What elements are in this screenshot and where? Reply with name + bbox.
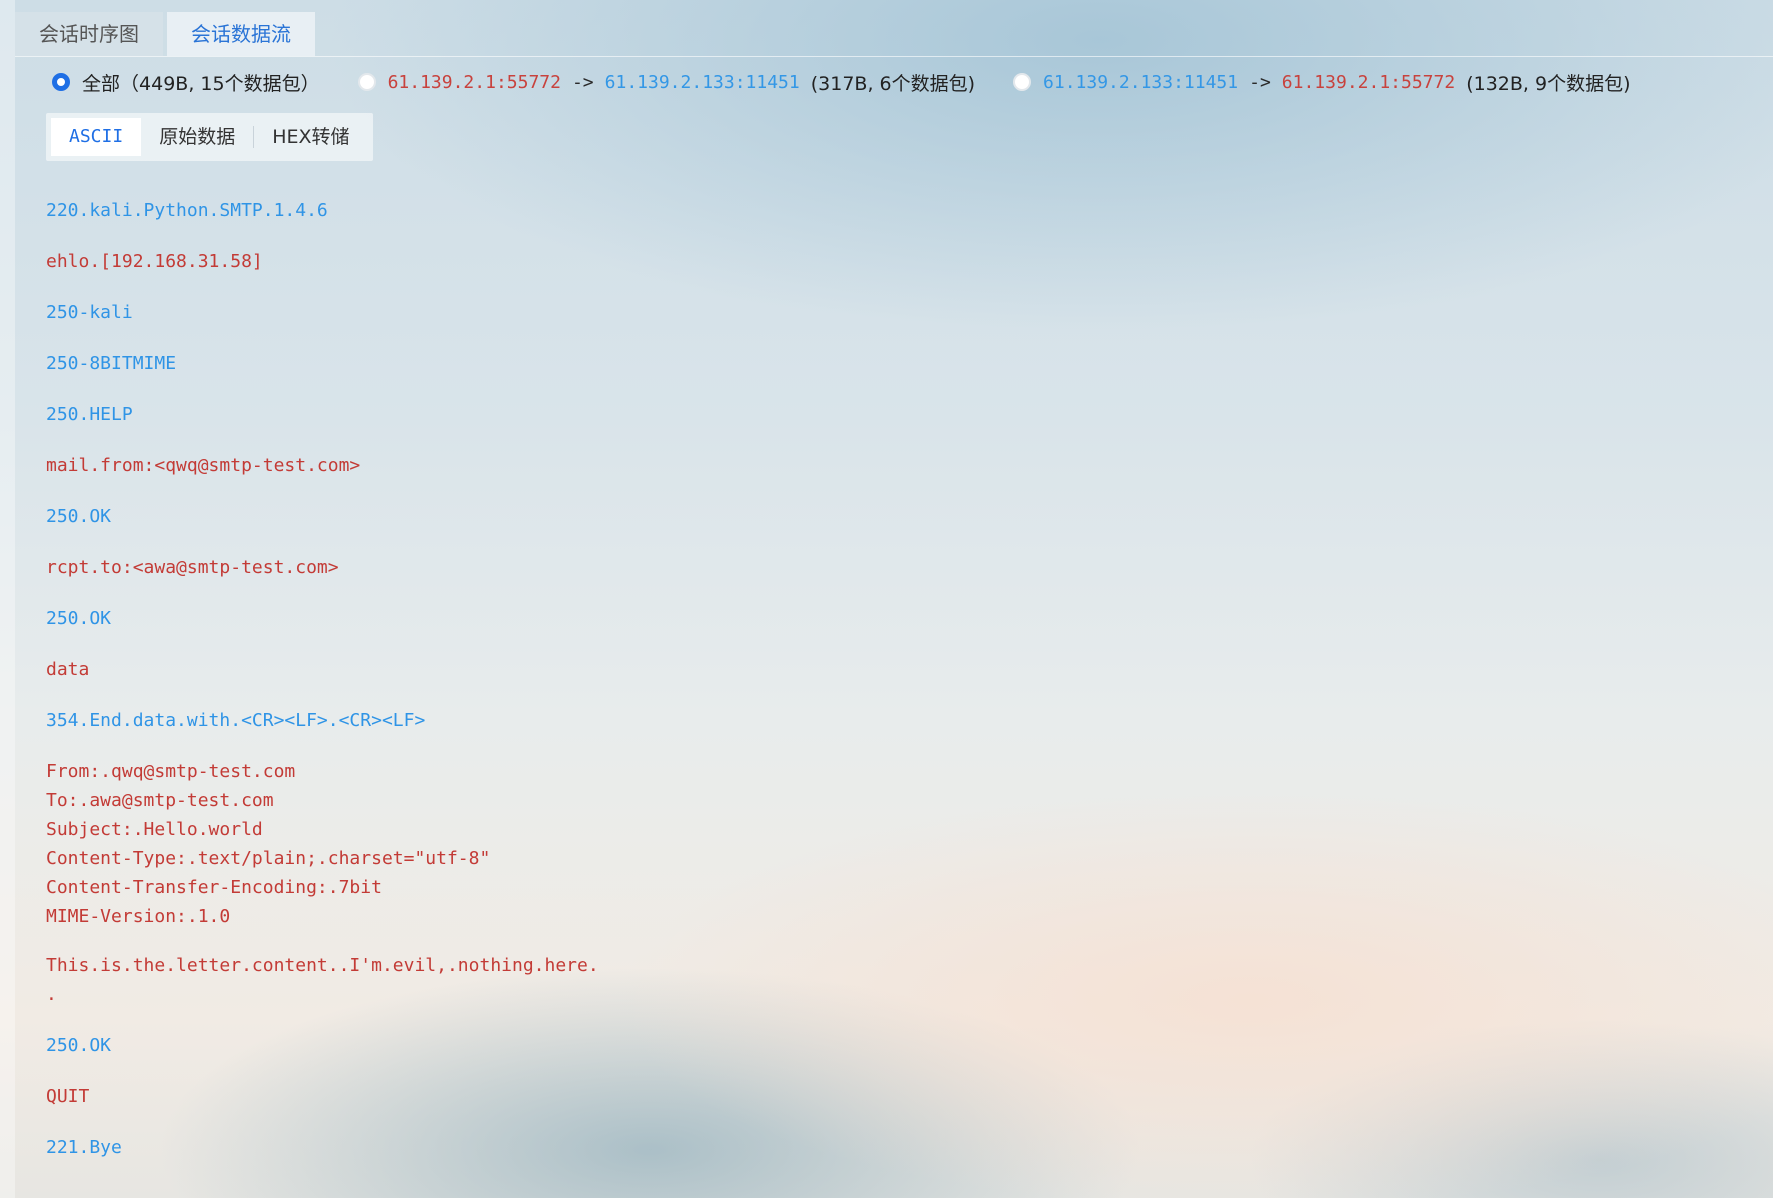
stream-line: QUIT: [46, 1086, 90, 1107]
radio-unchecked-icon[interactable]: [357, 73, 376, 91]
stream-line: Content-Type:.text/plain;.charset="utf-8…: [46, 848, 491, 869]
filter-all-stats: （449B, 15个数据包）: [120, 72, 320, 95]
stream-line: Subject:.Hello.world: [46, 819, 263, 840]
server-message: 221.Bye: [46, 1133, 1746, 1162]
client-message: ehlo.[192.168.31.58]: [46, 247, 1746, 276]
stream-line: 221.Bye: [46, 1137, 122, 1158]
s2c-arrow: ->: [1249, 71, 1271, 93]
c2s-source: 61.139.2.1:55772: [387, 71, 561, 93]
view-mode-hex-button[interactable]: HEX转储: [254, 118, 367, 156]
tabs-divider: [15, 56, 1773, 57]
tab-session-timeline[interactable]: 会话时序图: [15, 12, 163, 56]
stream-line: 250.OK: [46, 506, 112, 527]
server-message: 250-8BITMIME: [46, 349, 1746, 378]
c2s-arrow: ->: [571, 71, 594, 93]
radio-unchecked-icon[interactable]: [1013, 73, 1032, 91]
stream-line: .: [46, 984, 57, 1005]
client-message: QUIT: [46, 1082, 1746, 1111]
stream-line: ehlo.[192.168.31.58]: [46, 251, 263, 272]
client-message: From:.qwq@smtp-test.com To:.awa@smtp-test…: [46, 757, 1746, 1009]
view-mode-switch: ASCII 原始数据 HEX转储: [46, 113, 373, 161]
server-message: 354.End.data.with.<CR><LF>.<CR><LF>: [46, 706, 1746, 735]
server-message: 220.kali.Python.SMTP.1.4.6: [46, 196, 1746, 225]
stream-line: Content-Transfer-Encoding:.7bit: [46, 877, 382, 898]
direction-filter: 全部 （449B, 15个数据包） 61.139.2.1:55772 -> 61…: [52, 66, 1668, 98]
view-mode-ascii-button[interactable]: ASCII: [51, 118, 142, 156]
left-edge-strip: [0, 0, 15, 1198]
tab-session-stream[interactable]: 会话数据流: [167, 12, 315, 56]
stream-line: mail.from:<qwq@smtp-test.com>: [46, 455, 361, 476]
stream-line: 250-kali: [46, 302, 133, 323]
server-message: 250.OK: [46, 604, 1746, 633]
filter-client-to-server-option[interactable]: 61.139.2.1:55772 -> 61.139.2.133:11451 (…: [357, 69, 976, 96]
stream-line: data: [46, 659, 90, 680]
stream-line: 220.kali.Python.SMTP.1.4.6: [46, 200, 328, 221]
stream-line: rcpt.to:<awa@smtp-test.com>: [46, 557, 339, 578]
filter-server-to-client-option[interactable]: 61.139.2.133:11451 -> 61.139.2.1:55772 (…: [1013, 69, 1630, 96]
s2c-source: 61.139.2.133:11451: [1043, 71, 1239, 93]
server-message: 250.HELP: [46, 400, 1746, 429]
filter-all-option[interactable]: 全部 （449B, 15个数据包）: [52, 69, 320, 96]
stream-line: From:.qwq@smtp-test.com: [46, 761, 296, 782]
server-message: 250-kali: [46, 298, 1746, 327]
stream-line: This.is.the.letter.content..I'm.evil,.no…: [46, 955, 599, 976]
stream-line: To:.awa@smtp-test.com: [46, 790, 274, 811]
c2s-stats: (317B, 6个数据包): [810, 72, 976, 95]
top-tab-bar: 会话时序图 会话数据流: [15, 12, 319, 56]
client-message: data: [46, 655, 1746, 684]
s2c-stats: (132B, 9个数据包): [1466, 72, 1631, 95]
stream-line: 250.HELP: [46, 404, 133, 425]
filter-all-label: 全部: [82, 72, 121, 95]
server-message: 250.OK: [46, 502, 1746, 531]
server-message: 250.OK: [46, 1031, 1746, 1060]
s2c-destination: 61.139.2.1:55772: [1281, 71, 1456, 93]
data-stream-panel: 220.kali.Python.SMTP.1.4.6 ehlo.[192.168.…: [46, 196, 1746, 1184]
client-message: mail.from:<qwq@smtp-test.com>: [46, 451, 1746, 480]
stream-line: MIME-Version:.1.0: [46, 906, 231, 927]
stream-line: 250-8BITMIME: [46, 353, 177, 374]
stream-line: 250.OK: [46, 608, 112, 629]
client-message: rcpt.to:<awa@smtp-test.com>: [46, 553, 1746, 582]
stream-line: 250.OK: [46, 1035, 112, 1056]
view-mode-raw-button[interactable]: 原始数据: [141, 118, 253, 156]
radio-checked-icon[interactable]: [52, 73, 70, 91]
c2s-destination: 61.139.2.133:11451: [604, 71, 800, 93]
stream-line: 354.End.data.with.<CR><LF>.<CR><LF>: [46, 710, 426, 731]
